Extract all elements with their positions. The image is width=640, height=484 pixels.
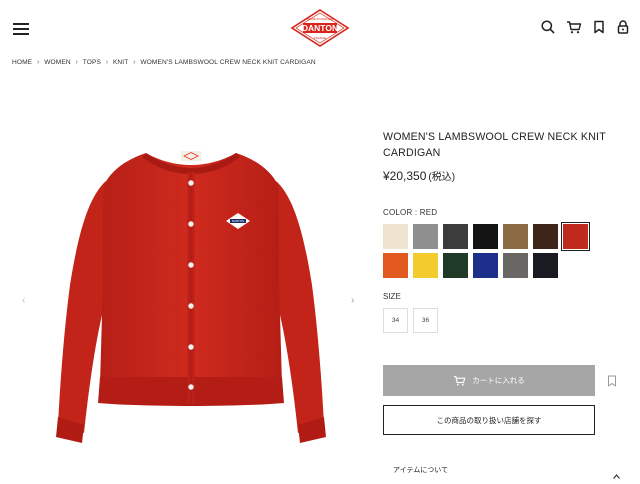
color-swatch-red[interactable] bbox=[561, 222, 590, 251]
svg-text:FRANCE: FRANCE bbox=[314, 36, 326, 40]
cart-icon bbox=[567, 21, 582, 34]
price-tax-note: (税込) bbox=[428, 172, 456, 183]
cardigan-image: DANTON bbox=[56, 151, 326, 443]
search-button[interactable] bbox=[540, 19, 556, 35]
hamburger-icon-line bbox=[13, 28, 29, 30]
gallery-prev-arrow[interactable]: ‹ bbox=[22, 296, 25, 306]
breadcrumb-item-women[interactable]: WOMEN bbox=[44, 59, 71, 66]
size-option-36[interactable]: 36 bbox=[413, 308, 438, 333]
chevron-right-icon: › bbox=[133, 59, 136, 66]
product-title: WOMEN'S LAMBSWOOL CREW NECK KNIT CARDIGA… bbox=[383, 131, 606, 159]
hamburger-icon-line bbox=[13, 33, 29, 35]
about-item-accordion[interactable]: アイテムについて bbox=[393, 465, 448, 475]
lock-icon bbox=[617, 20, 629, 34]
cart-icon bbox=[454, 375, 466, 386]
size-label: SIZE bbox=[383, 292, 401, 301]
find-store-button[interactable]: この商品の取り扱い店舗を探す bbox=[383, 405, 595, 435]
hamburger-menu-button[interactable] bbox=[13, 23, 29, 35]
hamburger-icon-line bbox=[13, 23, 29, 25]
color-swatch-ecru[interactable] bbox=[383, 224, 408, 249]
account-button[interactable] bbox=[615, 19, 631, 35]
color-swatch-black[interactable] bbox=[473, 224, 498, 249]
breadcrumb-item-tops[interactable]: TOPS bbox=[83, 59, 101, 66]
search-icon bbox=[541, 20, 555, 34]
danton-logo-icon: DANTON MADE IN FRANCE FRANCE bbox=[290, 9, 350, 47]
favorites-button[interactable] bbox=[591, 19, 607, 35]
color-swatch-yellow[interactable] bbox=[413, 253, 438, 278]
breadcrumb: HOME › WOMEN › TOPS › KNIT › WOMEN'S LAM… bbox=[12, 59, 316, 66]
color-swatch-camel[interactable] bbox=[503, 224, 528, 249]
breadcrumb-item-home[interactable]: HOME bbox=[12, 59, 32, 66]
gallery-next-arrow[interactable]: › bbox=[351, 296, 354, 306]
color-swatch-royal-blue[interactable] bbox=[473, 253, 498, 278]
chevron-right-icon: › bbox=[75, 59, 78, 66]
size-option-34[interactable]: 34 bbox=[383, 308, 408, 333]
breadcrumb-current: WOMEN'S LAMBSWOOL CREW NECK KNIT CARDIGA… bbox=[140, 59, 316, 66]
color-swatch-brown[interactable] bbox=[533, 224, 558, 249]
color-swatch-navy-black[interactable] bbox=[533, 253, 558, 278]
svg-text:DANTON: DANTON bbox=[302, 23, 338, 33]
danton-logo[interactable]: DANTON MADE IN FRANCE FRANCE bbox=[290, 8, 350, 48]
bookmark-icon bbox=[608, 375, 616, 387]
product-image: DANTON bbox=[48, 145, 334, 447]
svg-text:DANTON: DANTON bbox=[232, 219, 245, 223]
color-label: COLOR : RED bbox=[383, 208, 438, 217]
bookmark-icon bbox=[594, 20, 604, 34]
price-amount: ¥20,350 bbox=[383, 169, 427, 183]
chevron-right-icon: › bbox=[36, 59, 40, 66]
color-swatch-light-grey[interactable] bbox=[413, 224, 438, 249]
chevron-right-icon: › bbox=[105, 59, 109, 66]
chevron-up-icon[interactable] bbox=[613, 466, 620, 479]
color-swatch-charcoal[interactable] bbox=[443, 224, 468, 249]
favorite-toggle[interactable] bbox=[606, 374, 618, 387]
add-to-cart-label: カートに入れる bbox=[472, 376, 525, 385]
add-to-cart-button[interactable]: カートに入れる bbox=[383, 365, 595, 396]
color-swatch-orange[interactable] bbox=[383, 253, 408, 278]
product-price: ¥20,350 (税込) bbox=[383, 168, 455, 183]
color-swatch-dark-green[interactable] bbox=[443, 253, 468, 278]
cart-button[interactable] bbox=[566, 19, 582, 35]
svg-text:MADE IN FRANCE: MADE IN FRANCE bbox=[307, 17, 333, 21]
color-swatch-heather-grey[interactable] bbox=[503, 253, 528, 278]
breadcrumb-item-knit[interactable]: KNIT bbox=[113, 59, 128, 66]
